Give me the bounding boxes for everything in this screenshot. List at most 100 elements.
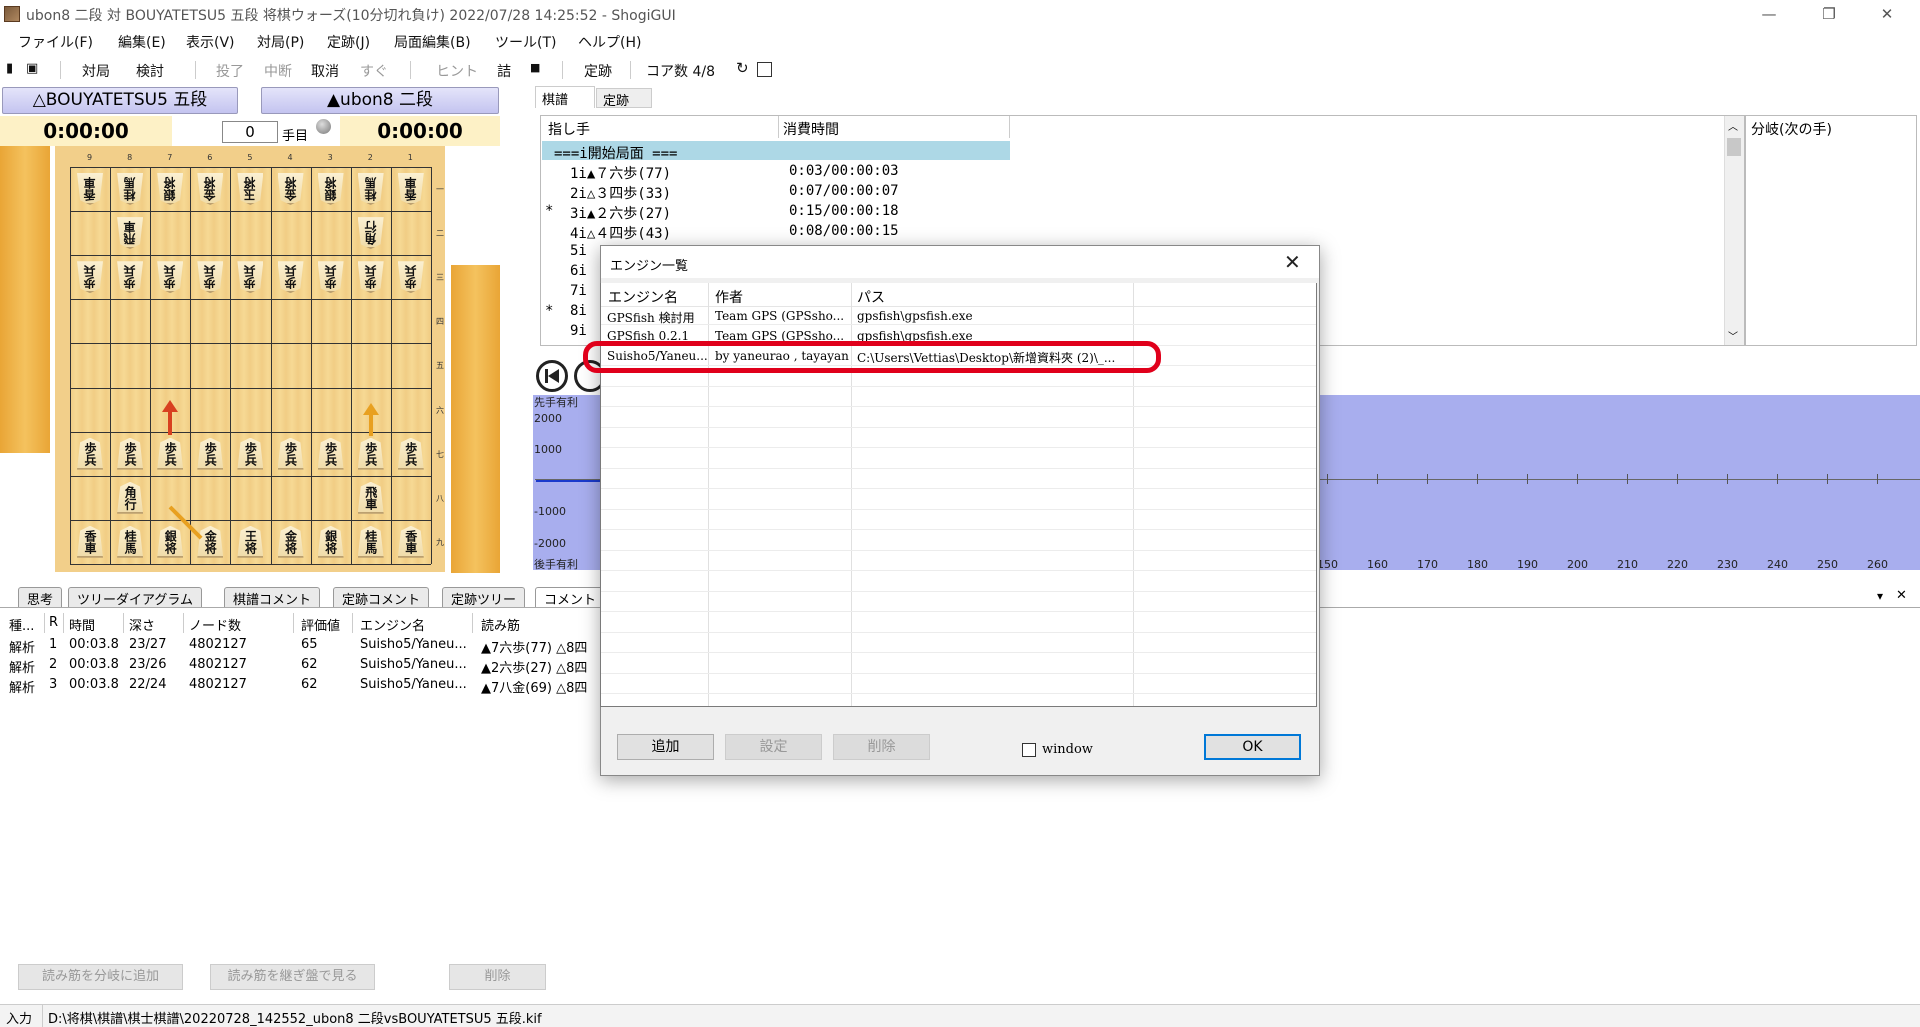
delete-pv-button[interactable]: 削除 [449,964,546,990]
undo-button[interactable]: 取消 [311,61,339,81]
analysis-cell-pv[interactable]: ▲2六歩(27) △8四 [481,657,587,676]
tab-comment[interactable]: コメント [535,587,606,608]
gote-piece[interactable]: 銀将 [155,172,185,206]
menu-view[interactable]: 表示(V) [186,32,235,52]
analysis-cell-time[interactable]: 00:03.8 [69,657,119,672]
col-eval[interactable]: 評価値 [301,615,340,634]
refresh-icon[interactable]: ↻ [736,59,749,77]
kifu-header-time[interactable]: 消費時間 [783,119,839,139]
gote-piece[interactable]: 歩兵 [155,260,185,294]
kifu-row-move[interactable]: 5i [570,243,587,259]
kifu-row-move[interactable]: 1i▲７六歩(77) [570,163,671,183]
gote-piece[interactable]: 金将 [276,172,306,206]
menu-game[interactable]: 対局(P) [257,32,304,52]
view-pv-on-board-button[interactable]: 読み筋を継ぎ盤で見る [210,964,375,990]
minimize-button[interactable]: — [1740,0,1798,28]
immediate-button[interactable]: すぐ [360,61,388,81]
close-window-button[interactable]: ✕ [1858,0,1916,28]
gote-piece[interactable]: 香車 [75,172,105,206]
hint-button[interactable]: ヒント [436,61,478,81]
gote-piece[interactable]: 桂馬 [115,172,145,206]
dialog-close-icon[interactable]: ✕ [1284,250,1301,274]
tab-kifu-comment[interactable]: 棋譜コメント [224,587,321,608]
engine-cell-path[interactable]: gpsfish\gpsfish.exe [857,309,973,323]
analysis-cell-eval[interactable]: 65 [301,637,318,652]
tab-kifu[interactable]: 棋譜 [535,86,595,108]
engine-settings-button[interactable]: 設定 [725,734,822,760]
analysis-cell-nodes[interactable]: 4802127 [189,677,247,692]
gote-piece[interactable]: 歩兵 [75,260,105,294]
sente-piece[interactable]: 銀将 [316,525,346,559]
analysis-cell-type[interactable]: 解析 [9,677,35,696]
engine-col-name[interactable]: エンジン名 [608,287,678,307]
save-icon[interactable]: ▣ [26,61,38,76]
analysis-cell-eval[interactable]: 62 [301,657,318,672]
col-rank[interactable]: R [49,615,58,630]
gote-piece[interactable]: 金将 [195,172,225,206]
analysis-cell-depth[interactable]: 22/24 [129,677,166,692]
gote-piece[interactable]: 桂馬 [356,172,386,206]
sente-piece[interactable]: 歩兵 [115,437,145,471]
analysis-cell-type[interactable]: 解析 [9,637,35,656]
window-checkbox[interactable] [1022,743,1036,757]
sente-piece[interactable]: 桂馬 [115,525,145,559]
kifu-row-move[interactable]: ===i開始局面 === [554,143,677,163]
menu-tools[interactable]: ツール(T) [495,32,556,52]
menu-position-edit[interactable]: 局面編集(B) [394,32,471,52]
stop-icon[interactable]: ■ [530,61,540,74]
analysis-cell-time[interactable]: 00:03.8 [69,637,119,652]
tab-joseki-tree[interactable]: 定跡ツリー [442,587,526,608]
sente-piece[interactable]: 金将 [276,525,306,559]
review-button[interactable]: 検討 [136,61,164,81]
gote-piece[interactable]: 歩兵 [356,260,386,294]
resign-button[interactable]: 投了 [216,61,244,81]
gote-piece[interactable]: 歩兵 [316,260,346,294]
kifu-row-move[interactable]: 8i [570,303,587,319]
kifu-row-move[interactable]: 3i▲２六歩(27) [570,203,671,223]
gote-piece[interactable]: 歩兵 [276,260,306,294]
sente-piece[interactable]: 歩兵 [195,437,225,471]
col-nodes[interactable]: ノード数 [189,615,241,634]
toolbar-checkbox[interactable] [757,62,772,77]
joseki-button[interactable]: 定跡 [584,61,612,81]
sente-piece[interactable]: 角行 [115,481,145,515]
menu-joseki[interactable]: 定跡(J) [327,32,370,52]
analysis-cell-nodes[interactable]: 4802127 [189,637,247,652]
kifu-header-move[interactable]: 指し手 [548,119,590,139]
kifu-row-move[interactable]: 2i△３四歩(33) [570,183,671,203]
analysis-cell-rank[interactable]: 2 [49,657,57,672]
gote-piece[interactable]: 歩兵 [396,260,426,294]
sente-piece[interactable]: 歩兵 [235,437,265,471]
engine-cell-name[interactable]: GPSfish 検討用 [607,309,695,326]
tsume-button[interactable]: 詰 [497,61,511,81]
gote-piece[interactable]: 歩兵 [235,260,265,294]
sente-piece[interactable]: 歩兵 [356,437,386,471]
first-move-button[interactable] [536,360,568,392]
tab-joseki-comment[interactable]: 定跡コメント [333,587,430,608]
analysis-cell-time[interactable]: 00:03.8 [69,677,119,692]
kifu-row-move[interactable]: 7i [570,283,587,299]
analysis-cell-type[interactable]: 解析 [9,657,35,676]
col-time[interactable]: 時間 [69,615,95,634]
menu-edit[interactable]: 編集(E) [118,32,166,52]
sente-piece[interactable]: 金将 [195,525,225,559]
col-pv[interactable]: 読み筋 [481,615,520,634]
pane-close-icon[interactable]: ✕ [1896,588,1907,603]
sente-piece[interactable]: 王将 [235,525,265,559]
gote-piece[interactable]: 香車 [396,172,426,206]
col-engine[interactable]: エンジン名 [360,615,425,634]
kifu-row-move[interactable]: 9i [570,323,587,339]
sente-piece[interactable]: 歩兵 [276,437,306,471]
sente-piece[interactable]: 歩兵 [396,437,426,471]
sente-piece[interactable]: 香車 [75,525,105,559]
engine-col-author[interactable]: 作者 [715,287,743,307]
pane-menu-icon[interactable]: ▾ [1877,589,1883,603]
analysis-cell-depth[interactable]: 23/26 [129,657,166,672]
tab-joseki[interactable]: 定跡 [596,88,652,109]
play-button[interactable]: 対局 [82,61,110,81]
tab-thinking[interactable]: 思考 [18,587,63,608]
menu-file[interactable]: ファイル(F) [18,32,93,52]
engine-cell-author[interactable]: Team GPS (GPSsho... [715,309,844,323]
analysis-cell-pv[interactable]: ▲7六歩(77) △8四 [481,637,587,656]
kifu-row-move[interactable]: 6i [570,263,587,279]
